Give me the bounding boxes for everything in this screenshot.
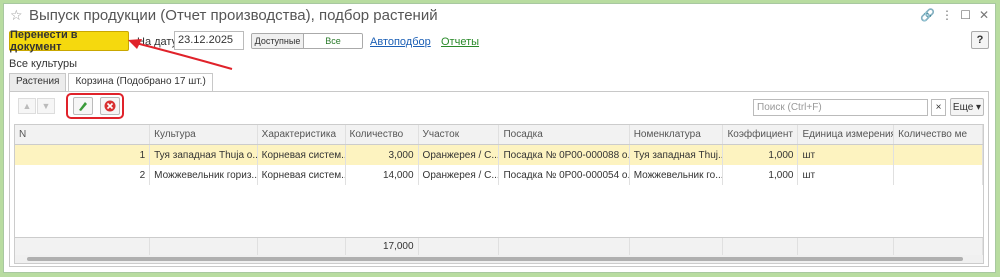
cell-area: Оранжерея / С... — [419, 145, 500, 165]
cell-qty-units — [894, 165, 983, 185]
transfer-to-document-button[interactable]: Перенести в документ — [9, 29, 129, 53]
table-row[interactable]: 2 Можжевельник гориз... Корневая систем.… — [15, 165, 983, 185]
horizontal-scrollbar[interactable] — [15, 255, 983, 263]
col-area[interactable]: Участок — [419, 125, 500, 144]
main-window: ☆ Выпуск продукции (Отчет производства),… — [3, 3, 996, 273]
more-vertical-icon[interactable]: ⋮ — [941, 8, 953, 22]
tab-bar: Растения Корзина (Подобрано 17 шт.) — [9, 73, 215, 92]
col-nomenclature[interactable]: Номенклатура — [630, 125, 724, 144]
table-footer: 17,000 — [15, 237, 983, 255]
delete-icon — [104, 100, 116, 112]
date-input[interactable]: 23.12.2025 — [174, 31, 244, 50]
cell-area: Оранжерея / С... — [419, 165, 500, 185]
help-button[interactable]: ? — [971, 31, 989, 49]
more-label: Еще — [952, 101, 974, 113]
col-coefficient[interactable]: Коэффициент — [723, 125, 799, 144]
availability-switch[interactable]: Доступные Все — [251, 33, 363, 49]
seg-all[interactable]: Все — [304, 34, 362, 48]
scrollbar-thumb[interactable] — [27, 257, 963, 261]
col-unit[interactable]: Единица измерения... — [798, 125, 895, 144]
cell-unit: шт — [798, 145, 895, 165]
col-planting[interactable]: Посадка — [499, 125, 630, 144]
cell-planting: Посадка № 0Р00-000088 о... — [499, 145, 630, 165]
table-row[interactable]: 1 Туя западная Thuja o... Корневая систе… — [15, 145, 983, 165]
close-icon[interactable]: ✕ — [979, 8, 989, 22]
basket-panel: ▲ ▼ Поиск (Ctrl+F) × Еще ▾ N Культура Ха… — [9, 91, 989, 267]
cell-n: 1 — [15, 145, 151, 165]
link-icon[interactable]: 🔗 — [920, 8, 935, 22]
total-quantity: 17,000 — [346, 238, 419, 255]
cell-quantity: 14,000 — [346, 165, 419, 185]
cell-unit: шт — [798, 165, 895, 185]
col-qty-units[interactable]: Количество ме — [894, 125, 983, 144]
delete-button[interactable] — [100, 97, 120, 115]
crop-filter-label[interactable]: Все культуры — [9, 58, 77, 70]
cell-coefficient: 1,000 — [723, 145, 799, 165]
table-toolbar: ▲ ▼ Поиск (Ctrl+F) × Еще ▾ — [10, 92, 988, 120]
pencil-icon — [79, 102, 87, 111]
cell-characteristic: Корневая систем... — [258, 165, 346, 185]
cell-characteristic: Корневая систем... — [258, 145, 346, 165]
form-toolbar: Перенести в документ На дату: 23.12.2025… — [4, 28, 995, 54]
cell-coefficient: 1,000 — [723, 165, 799, 185]
maximize-icon[interactable]: ☐ — [960, 8, 971, 22]
basket-table: N Культура Характеристика Количество Уча… — [14, 124, 984, 264]
move-down-icon[interactable]: ▼ — [37, 98, 55, 114]
col-quantity[interactable]: Количество — [346, 125, 419, 144]
more-button[interactable]: Еще ▾ — [950, 98, 984, 116]
edit-button[interactable] — [73, 97, 93, 115]
star-icon[interactable]: ☆ — [10, 7, 23, 24]
reports-link[interactable]: Отчеты — [441, 36, 479, 48]
tab-basket[interactable]: Корзина (Подобрано 17 шт.) — [68, 73, 213, 92]
search-input[interactable]: Поиск (Ctrl+F) — [753, 99, 928, 116]
cell-planting: Посадка № 0Р00-000054 о... — [499, 165, 630, 185]
cell-qty-units — [894, 145, 983, 165]
seg-available[interactable]: Доступные — [252, 34, 304, 48]
search-clear-button[interactable]: × — [931, 99, 946, 116]
cell-n: 2 — [15, 165, 151, 185]
title-bar: ☆ Выпуск продукции (Отчет производства),… — [4, 4, 995, 28]
cell-culture: Можжевельник гориз... — [150, 165, 258, 185]
cell-nomenclature: Можжевельник го... — [630, 165, 724, 185]
cell-culture: Туя западная Thuja o... — [150, 145, 258, 165]
autoselect-link[interactable]: Автоподбор — [370, 36, 431, 48]
move-up-icon[interactable]: ▲ — [18, 98, 36, 114]
tab-plants[interactable]: Растения — [9, 73, 67, 91]
col-culture[interactable]: Культура — [150, 125, 258, 144]
cell-quantity: 3,000 — [346, 145, 419, 165]
col-characteristic[interactable]: Характеристика — [258, 125, 346, 144]
window-title: Выпуск продукции (Отчет производства), п… — [29, 7, 438, 24]
table-header: N Культура Характеристика Количество Уча… — [15, 125, 983, 145]
cell-nomenclature: Туя западная Thuj... — [630, 145, 724, 165]
col-n[interactable]: N — [15, 125, 151, 144]
